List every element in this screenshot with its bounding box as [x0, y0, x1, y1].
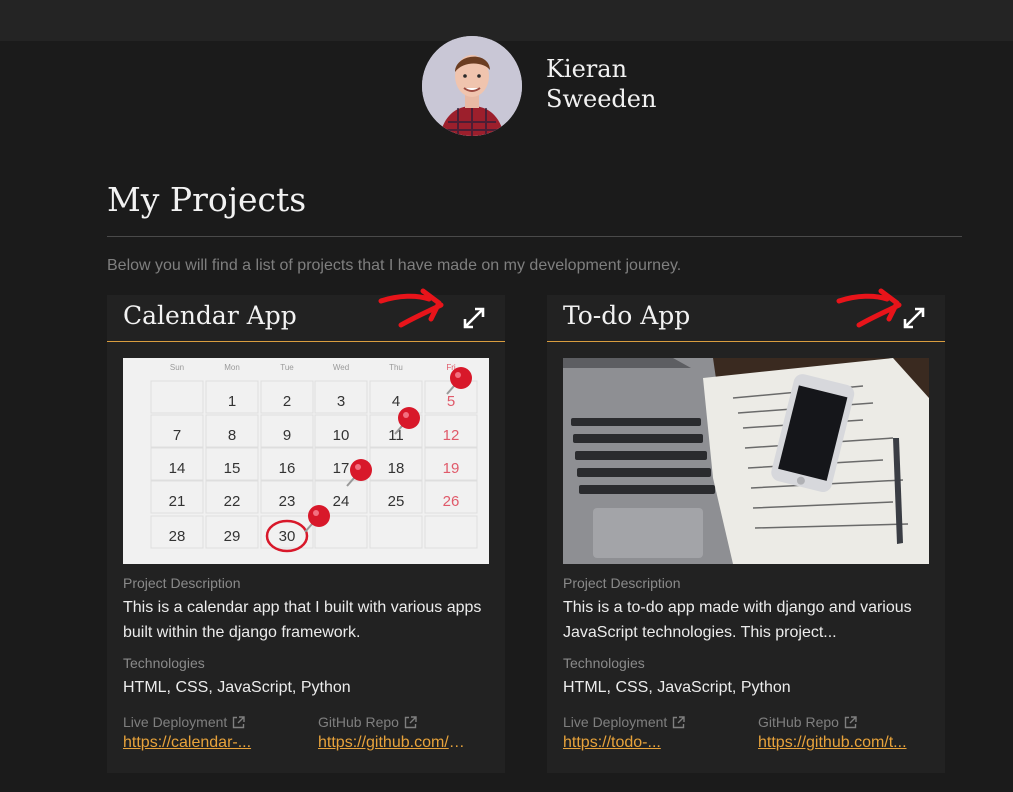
- profile-name: Kieran Sweeden: [546, 54, 686, 114]
- card-title: To-do App: [563, 301, 691, 330]
- calendar-date: 11: [388, 427, 404, 444]
- external-link-icon: [844, 715, 857, 728]
- calendar-date: 9: [283, 427, 291, 444]
- calendar-date: 3: [337, 393, 345, 410]
- github-repo-block: GitHub Repo https://github.com/c...: [318, 714, 498, 752]
- todo-app-thumbnail: [563, 358, 929, 564]
- calendar-day-header: Sun: [170, 363, 184, 372]
- calendar-app-thumbnail: Sun Mon Tue Wed Thu Fri 1 2 3 4 5 7 8 9 10 11 12 14 15 16 17…: [123, 358, 489, 564]
- github-repo-link[interactable]: https://github.com/t...: [758, 734, 908, 752]
- description-label: Project Description: [563, 575, 681, 591]
- page-intro: Below you will find a list of projects t…: [107, 257, 682, 274]
- push-pin: [450, 367, 472, 389]
- live-deployment-label: Live Deployment: [563, 714, 668, 730]
- description-label: Project Description: [123, 575, 241, 591]
- calendar-date: 10: [333, 427, 350, 444]
- external-link-icon: [673, 715, 685, 728]
- calendar-day-header: Mon: [224, 363, 240, 372]
- github-repo-label: GitHub Repo: [758, 714, 839, 730]
- calendar-date: 21: [169, 493, 186, 510]
- calendar-date: 22: [224, 493, 241, 510]
- calendar-date: 14: [169, 460, 186, 477]
- project-description: This is a calendar app that I built with…: [123, 599, 482, 641]
- push-pin: [398, 407, 420, 429]
- annotation-arrow: [836, 288, 902, 328]
- calendar-date: 1: [228, 393, 236, 410]
- calendar-date: 29: [224, 528, 241, 545]
- technologies-label: Technologies: [563, 655, 645, 671]
- calendar-date: 19: [443, 460, 460, 477]
- live-deployment-block: Live Deployment https://todo-...: [563, 714, 743, 752]
- push-pin-highlight: [403, 412, 409, 418]
- calendar-date: 18: [388, 460, 405, 477]
- live-deployment-link[interactable]: https://calendar-...: [123, 734, 273, 752]
- project-technologies: HTML, CSS, JavaScript, Python: [123, 679, 351, 696]
- technologies-label: Technologies: [123, 655, 205, 671]
- github-repo-block: GitHub Repo https://github.com/t...: [758, 714, 938, 752]
- push-pin-highlight: [355, 464, 361, 470]
- top-bar: [0, 0, 1013, 41]
- card-title: Calendar App: [123, 301, 297, 330]
- expand-icon[interactable]: [902, 306, 926, 330]
- calendar-date: 17: [333, 460, 350, 477]
- profile-first-name: Kieran: [546, 55, 628, 83]
- calendar-date: 7: [173, 427, 181, 444]
- calendar-date: 24: [333, 493, 350, 510]
- project-card-calendar: Calendar App Sun Mon Tue Wed Thu Fri 1 2 3 4 5 7 8 9 1…: [107, 288, 505, 773]
- live-deployment-block: Live Deployment https://calendar-...: [123, 714, 303, 752]
- calendar-date: 28: [169, 528, 186, 545]
- calendar-date: 16: [279, 460, 296, 477]
- calendar-day-header: Wed: [333, 363, 349, 372]
- annotation-arrow: [378, 288, 444, 328]
- external-link-icon: [233, 715, 245, 728]
- calendar-date: 4: [392, 393, 400, 410]
- github-repo-label: GitHub Repo: [318, 714, 399, 730]
- card-header: To-do App: [547, 288, 945, 342]
- calendar-date: 15: [224, 460, 241, 477]
- calendar-date: 23: [279, 493, 296, 510]
- calendar-date: 5: [447, 393, 455, 410]
- calendar-date: 30: [279, 528, 296, 545]
- expand-icon[interactable]: [462, 306, 486, 330]
- project-technologies: HTML, CSS, JavaScript, Python: [563, 679, 791, 696]
- calendar-day-header: Tue: [280, 363, 294, 372]
- calendar-day-header: Thu: [389, 363, 403, 372]
- project-card-todo: To-do App Project Description This is a …: [547, 288, 945, 773]
- calendar-date: 12: [443, 427, 460, 444]
- profile-last-name: Sweeden: [546, 85, 657, 113]
- calendar-date: 2: [283, 393, 291, 410]
- github-repo-link[interactable]: https://github.com/c...: [318, 734, 468, 752]
- push-pin: [308, 505, 330, 527]
- calendar-date: 26: [443, 493, 460, 510]
- push-pin-highlight: [455, 372, 461, 378]
- calendar-date: 25: [388, 493, 405, 510]
- title-divider: [107, 236, 962, 237]
- calendar-date: 8: [228, 427, 236, 444]
- card-header: Calendar App: [107, 288, 505, 342]
- avatar: [422, 36, 522, 136]
- live-deployment-label: Live Deployment: [123, 714, 228, 730]
- external-link-icon: [404, 715, 417, 728]
- page-title: My Projects: [107, 180, 307, 219]
- project-description: This is a to-do app made with django and…: [563, 599, 912, 641]
- push-pin-highlight: [313, 510, 319, 516]
- push-pin: [350, 459, 372, 481]
- live-deployment-link[interactable]: https://todo-...: [563, 734, 713, 752]
